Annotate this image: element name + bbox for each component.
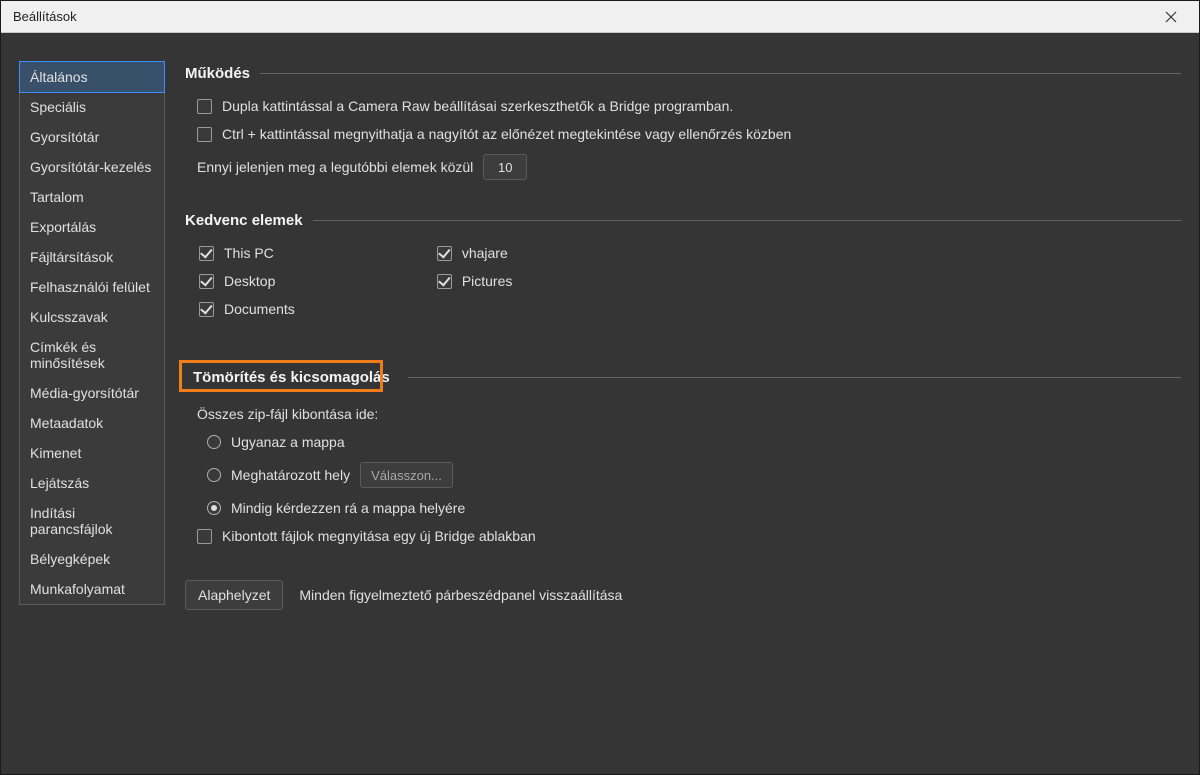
sidebar-item[interactable]: Lejátszás [20, 468, 164, 498]
sidebar-item[interactable]: Fájltársítások [20, 242, 164, 272]
titlebar: Beállítások [1, 1, 1199, 33]
label-recent: Ennyi jelenjen meg a legutóbbi elemek kö… [197, 159, 473, 175]
label-specified: Meghatározott hely [231, 467, 350, 483]
checkbox-favorite[interactable] [199, 274, 214, 289]
reset-button[interactable]: Alaphelyzet [185, 580, 283, 610]
checkbox-favorite[interactable] [437, 246, 452, 261]
sidebar-item[interactable]: Gyorsítótár [20, 122, 164, 152]
sidebar-item[interactable]: Média-gyorsítótár [20, 378, 164, 408]
checkbox-ctrl-click[interactable] [197, 127, 212, 142]
divider [313, 220, 1181, 221]
input-recent-count[interactable]: 10 [483, 154, 527, 180]
section-behavior-title: Működés [185, 65, 250, 82]
sidebar-item[interactable]: Kulcsszavak [20, 302, 164, 332]
sidebar-item[interactable]: Metaadatok [20, 408, 164, 438]
close-button[interactable] [1155, 1, 1187, 33]
label-favorite: Pictures [462, 273, 513, 289]
sidebar-item[interactable]: Általános [19, 61, 165, 93]
radio-same-folder[interactable] [207, 435, 221, 449]
highlight-box [179, 360, 383, 392]
divider [260, 73, 1181, 74]
sidebar-item[interactable]: Címkék és minősítések [20, 332, 164, 378]
sidebar-item[interactable]: Speciális [20, 92, 164, 122]
label-favorite: Desktop [224, 273, 275, 289]
sidebar-item[interactable]: Kimenet [20, 438, 164, 468]
sidebar-item[interactable]: Gyorsítótár-kezelés [20, 152, 164, 182]
section-compression-header: Tömörítés és kicsomagolás [185, 365, 1181, 390]
label-extract-to: Összes zip-fájl kibontása ide: [197, 406, 378, 422]
sidebar: ÁltalánosSpeciálisGyorsítótárGyorsítótár… [1, 33, 165, 774]
checkbox-camera-raw[interactable] [197, 99, 212, 114]
radio-specified[interactable] [207, 468, 221, 482]
sidebar-item[interactable]: Bélyegképek [20, 544, 164, 574]
checkbox-favorite[interactable] [199, 302, 214, 317]
label-favorite: This PC [224, 245, 274, 261]
label-always-ask: Mindig kérdezzen rá a mappa helyére [231, 500, 465, 516]
label-open-new: Kibontott fájlok megnyitása egy új Bridg… [222, 528, 536, 544]
label-camera-raw: Dupla kattintással a Camera Raw beállítá… [222, 98, 733, 114]
section-behavior-header: Működés [185, 65, 1181, 82]
radio-always-ask[interactable] [207, 501, 221, 515]
sidebar-item[interactable]: Felhasználói felület [20, 272, 164, 302]
label-ctrl-click: Ctrl + kattintással megnyithatja a nagyí… [222, 126, 791, 142]
close-icon [1165, 11, 1177, 23]
sidebar-item[interactable]: Exportálás [20, 212, 164, 242]
sidebar-item[interactable]: Munkafolyamat [20, 574, 164, 604]
section-favorites-header: Kedvenc elemek [185, 212, 1181, 229]
main-panel: Működés Dupla kattintással a Camera Raw … [165, 33, 1199, 774]
choose-location-button[interactable]: Válasszon... [360, 462, 453, 488]
label-favorite: vhajare [462, 245, 508, 261]
label-same-folder: Ugyanaz a mappa [231, 434, 345, 450]
checkbox-favorite[interactable] [199, 246, 214, 261]
reset-desc: Minden figyelmeztető párbeszédpanel viss… [299, 587, 622, 603]
window-title: Beállítások [13, 9, 77, 24]
checkbox-favorite[interactable] [437, 274, 452, 289]
divider [408, 377, 1181, 378]
section-favorites-title: Kedvenc elemek [185, 212, 303, 229]
checkbox-open-new[interactable] [197, 529, 212, 544]
sidebar-item[interactable]: Tartalom [20, 182, 164, 212]
label-favorite: Documents [224, 301, 295, 317]
sidebar-item[interactable]: Indítási parancsfájlok [20, 498, 164, 544]
